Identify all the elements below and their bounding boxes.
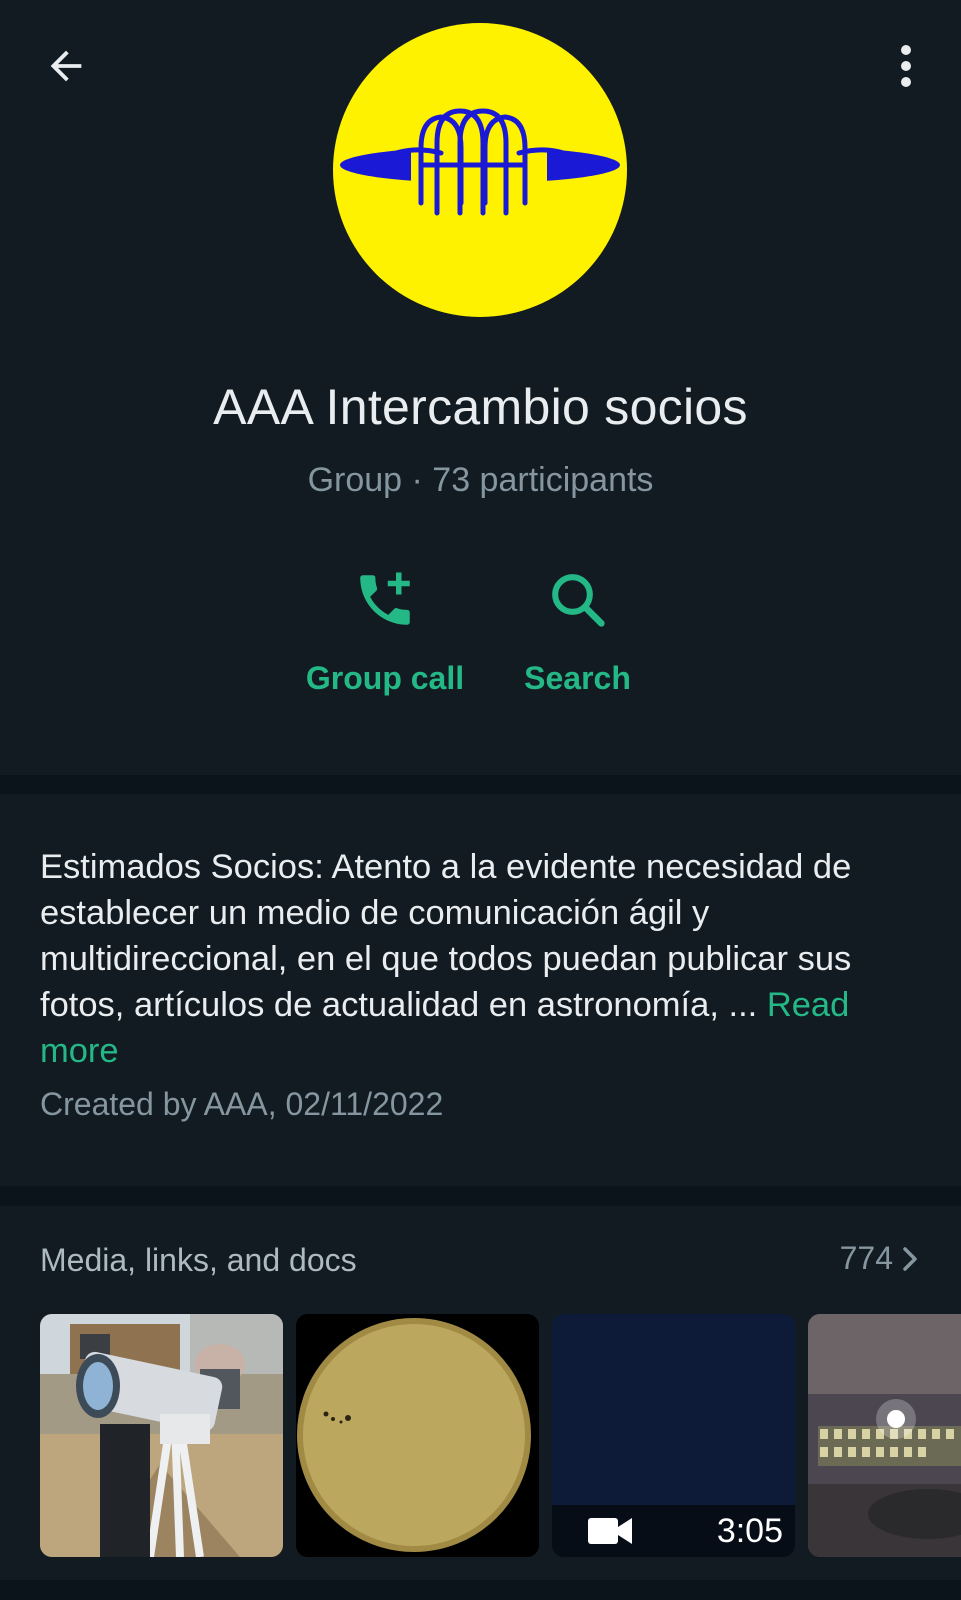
group-name[interactable]: AAA Intercambio socios — [0, 378, 961, 436]
aaa-logo — [340, 108, 620, 216]
divider — [0, 1186, 961, 1206]
night-building-photo — [808, 1314, 961, 1557]
description-text: Estimados Socios: Atento a la evidente n… — [40, 848, 852, 1070]
telescope-photo — [40, 1314, 283, 1557]
group-call-label: Group call — [305, 660, 465, 696]
media-thumbnail[interactable] — [808, 1314, 961, 1557]
profile-header: AAA Intercambio socios Group · 73 partic… — [0, 0, 961, 775]
media-count-link[interactable]: 774 — [840, 1240, 921, 1277]
search-button[interactable]: Search — [515, 565, 640, 697]
group-call-button[interactable]: Group call — [300, 565, 470, 697]
phone-add-icon — [350, 565, 420, 635]
media-section: Media, links, and docs 774 3:05 — [0, 1206, 961, 1580]
group-description[interactable]: Estimados Socios: Atento a la evidente n… — [0, 794, 961, 1186]
arrow-left-icon — [50, 50, 82, 82]
more-options-button[interactable] — [881, 36, 931, 96]
divider — [0, 1580, 961, 1600]
video-duration: 3:05 — [716, 1511, 783, 1550]
media-count: 774 — [839, 1240, 893, 1276]
media-thumbnail[interactable] — [40, 1314, 283, 1557]
search-icon — [543, 565, 613, 635]
sun-photo — [296, 1314, 539, 1557]
chevron-right-icon — [903, 1246, 917, 1271]
video-info-bar: 3:05 — [552, 1505, 795, 1557]
group-avatar[interactable] — [333, 23, 627, 317]
back-button[interactable] — [36, 36, 96, 96]
divider — [0, 775, 961, 794]
video-camera-icon — [588, 1518, 632, 1544]
group-subtitle: Group · 73 participants — [307, 461, 654, 499]
media-thumbnail-video[interactable]: 3:05 — [552, 1314, 795, 1557]
group-info-screen: AAA Intercambio socios Group · 73 partic… — [0, 0, 961, 1600]
media-thumbnail[interactable] — [296, 1314, 539, 1557]
media-title[interactable]: Media, links, and docs — [40, 1242, 357, 1279]
created-info: Created by AAA, 02/11/2022 — [40, 1086, 444, 1122]
more-vertical-icon — [901, 45, 911, 87]
search-label: Search — [524, 660, 631, 696]
